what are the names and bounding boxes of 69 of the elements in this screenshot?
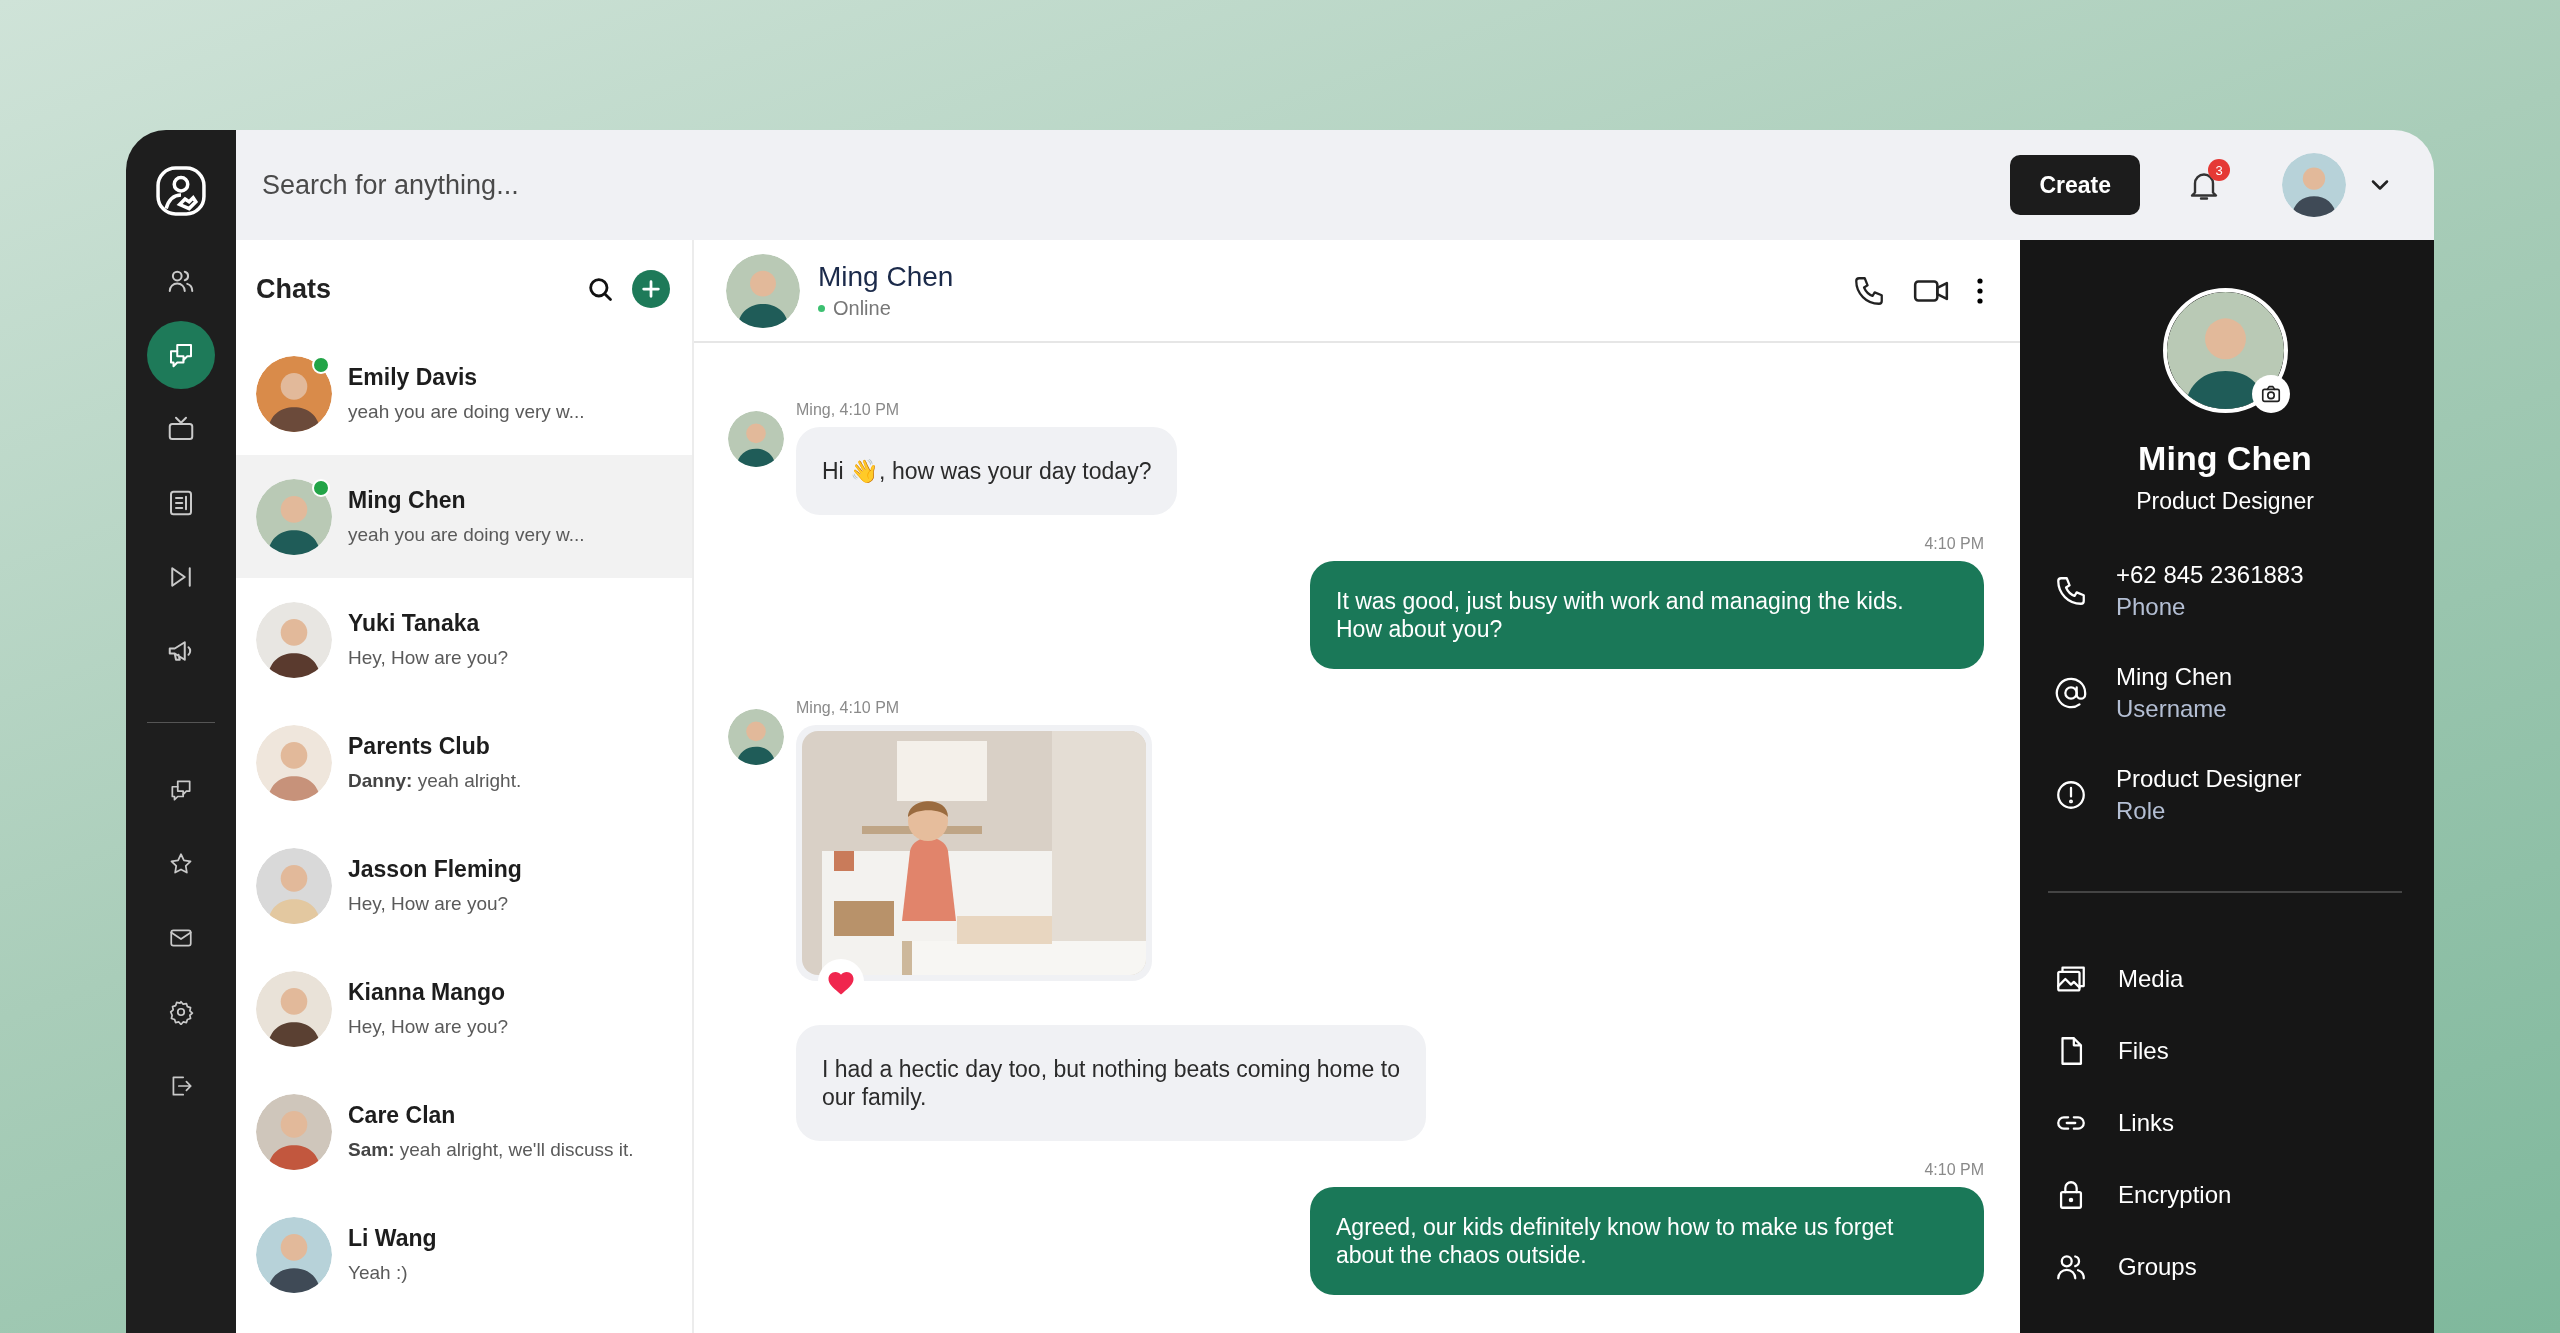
message-meta: 4:10 PM (1924, 535, 1984, 553)
create-button[interactable]: Create (2010, 155, 2140, 215)
contact-name: Parents Club (348, 733, 491, 760)
shared-content-link[interactable]: Links (2048, 1087, 2175, 1159)
detail-value: Ming Chen (2116, 663, 2233, 691)
detail-label: Role (2116, 797, 2167, 825)
change-photo-button[interactable] (2251, 375, 2290, 413)
shared-content-link[interactable]: Media (2048, 943, 2184, 1015)
info-icon (2054, 778, 2088, 812)
detail-value: Product Designer (2116, 765, 2302, 793)
contact-name: Jasson Fleming (348, 856, 522, 883)
chat-list-item[interactable]: Yuki Tanaka Hey, How are you? (236, 578, 692, 701)
message-meta: 4:10 PM (1924, 1161, 1984, 1179)
at-sign-icon (2054, 676, 2088, 710)
avatar (2282, 153, 2346, 217)
shared-content-link[interactable]: Files (2048, 1015, 2169, 1087)
shared-content-link[interactable]: Groups (2048, 1231, 2197, 1303)
online-indicator (818, 305, 825, 312)
message-preview: Yeah :) (348, 1262, 409, 1284)
message-meta: Ming, 4:10 PM (796, 401, 901, 419)
settings-icon (168, 999, 194, 1025)
contact-name: Ming Chen (348, 487, 467, 514)
chat-list-item[interactable]: Care Clan Sam: yeah alright, we'll discuss it. (236, 1070, 692, 1193)
more-button[interactable] (1976, 276, 1984, 305)
contact-name: Ming Chen (818, 261, 954, 293)
chat-list-item[interactable]: Li Wang Yeah :) (236, 1193, 692, 1316)
message-preview: yeah you are doing very w... (348, 401, 585, 423)
new-chat-button[interactable] (632, 270, 670, 308)
chat-list-item[interactable]: Parents Club Danny: yeah alright. (236, 701, 692, 824)
message-preview: Hey, How are you? (348, 1016, 509, 1038)
chat-list-item[interactable]: Jasson Fleming Hey, How are you? (236, 824, 692, 947)
profile-name: Ming Chen (2138, 439, 2312, 478)
chats-title: Chats (256, 273, 332, 305)
profile-role: Product Designer (2136, 488, 2314, 515)
contact-name: Care Clan (348, 1102, 457, 1129)
detail-label: Username (2116, 695, 2228, 723)
chat-icon (168, 777, 194, 803)
logo-icon (154, 164, 208, 218)
avatar (728, 709, 784, 765)
chat-list-item[interactable]: Ming Chen yeah you are doing very w... (236, 455, 692, 578)
more-icon (1976, 276, 1984, 305)
message-bubble: It was good, just busy with work and managing the kids. How about you? (1310, 561, 1984, 669)
message-bubble: Hi 👋, how was your day today? (796, 427, 1178, 515)
message-bubble: Agreed, our kids definitely know how to make us forget about the chaos outside. (1310, 1187, 1984, 1295)
detail-label: Phone (2116, 593, 2187, 621)
chat-list-item[interactable]: Emily Davis yeah you are doing very w... (236, 332, 692, 455)
contact-name: Li Wang (348, 1225, 437, 1252)
message-preview: Hey, How are you? (348, 893, 510, 915)
message-preview: yeah you are doing very w... (348, 524, 585, 546)
search-icon (586, 275, 614, 303)
notifications-button[interactable]: 3 (2176, 157, 2232, 213)
message-meta: Ming, 4:10 PM (796, 699, 901, 717)
shared-content-link[interactable]: Encryption (2048, 1159, 2232, 1231)
phone-icon (2054, 574, 2088, 608)
message-preview: Danny: yeah alright. (348, 770, 522, 792)
message-bubble: I had a hectic day too, but nothing beats coming home to our family. (796, 1025, 1426, 1141)
chat-list-item[interactable]: Kianna Mango Hey, How are you? (236, 947, 692, 1070)
notification-count: 3 (2208, 159, 2230, 181)
contact-name: Emily Davis (348, 364, 479, 391)
avatar (728, 411, 784, 467)
contact-name: Kianna Mango (348, 979, 507, 1006)
message-preview: Sam: yeah alright, we'll discuss it. (348, 1139, 634, 1161)
camera-icon (2259, 383, 2282, 405)
plus-icon (640, 278, 662, 300)
contact-name: Yuki Tanaka (348, 610, 481, 637)
search-button[interactable] (586, 275, 614, 303)
detail-value: +62 845 2361883 (2116, 561, 2304, 589)
message-preview: Hey, How are you? (348, 647, 509, 669)
status-text: Online (833, 297, 891, 320)
